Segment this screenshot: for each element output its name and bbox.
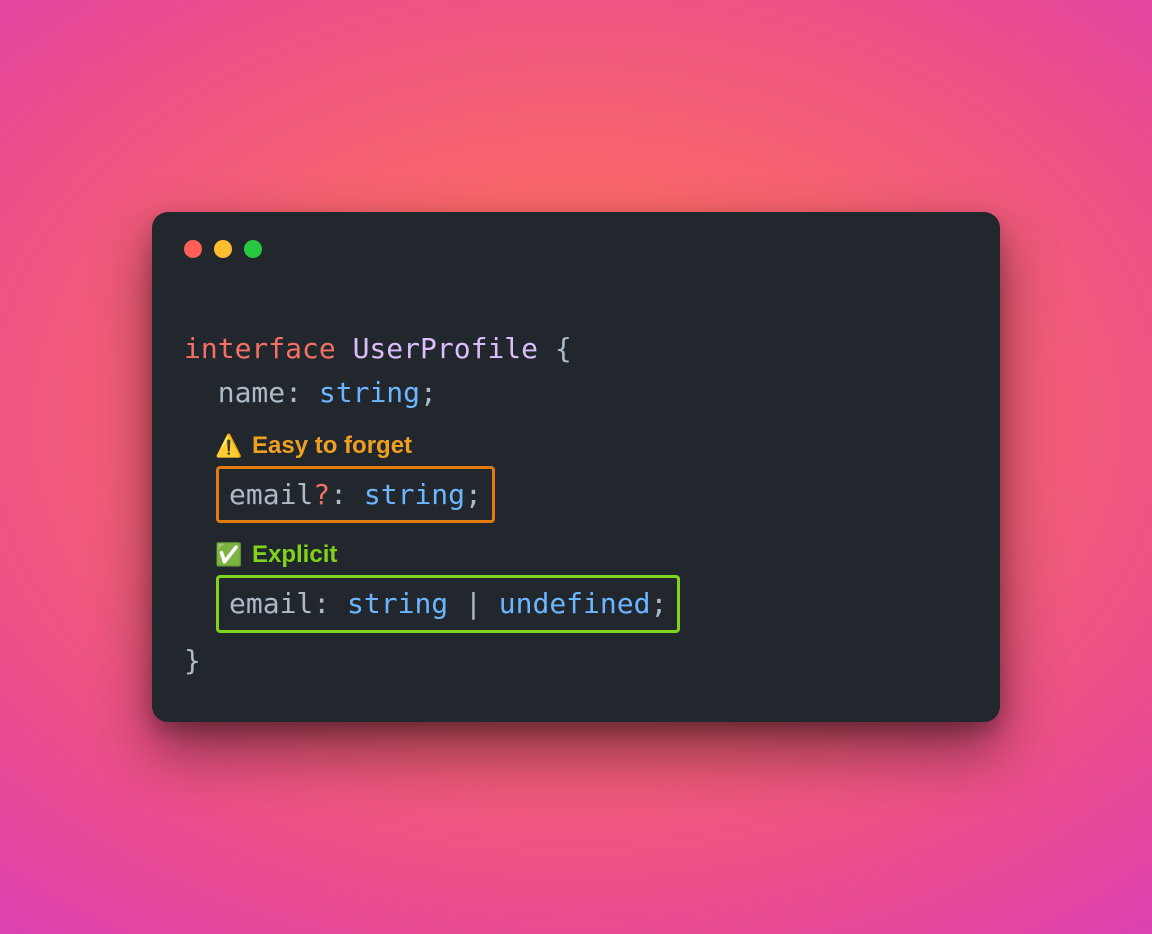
code-box-ok: email: string | undefined; <box>216 575 680 632</box>
window-traffic-lights <box>184 240 968 258</box>
brace-open: { <box>555 332 572 365</box>
annotation-ok-label: ✅ Explicit <box>216 541 968 569</box>
annotation-ok-block: ✅ Explicit email: string | undefined; <box>216 541 968 632</box>
maximize-icon[interactable] <box>244 240 262 258</box>
semicolon: ; <box>650 587 667 620</box>
minimize-icon[interactable] <box>214 240 232 258</box>
optional-marker: ? <box>313 478 330 511</box>
type-string: string <box>364 478 465 511</box>
colon: : <box>285 376 302 409</box>
type-undefined: undefined <box>499 587 651 620</box>
property-name: name <box>218 376 285 409</box>
union-pipe: | <box>465 587 482 620</box>
code-block: interface UserProfile { name: string; <box>184 284 968 414</box>
property-email: email <box>229 587 313 620</box>
colon: : <box>330 478 347 511</box>
brace-close: } <box>184 639 968 682</box>
code-editor-window: interface UserProfile { name: string; ⚠️… <box>152 212 1000 722</box>
semicolon: ; <box>465 478 482 511</box>
type-name: UserProfile <box>353 332 538 365</box>
annotation-warn-label: ⚠️ Easy to forget <box>216 432 968 460</box>
colon: : <box>313 587 330 620</box>
annotation-ok-text: Explicit <box>252 541 337 569</box>
property-email: email <box>229 478 313 511</box>
type-string: string <box>319 376 420 409</box>
annotation-warn-text: Easy to forget <box>252 432 412 460</box>
keyword-interface: interface <box>184 332 336 365</box>
type-string: string <box>347 587 448 620</box>
check-icon: ✅ <box>216 542 242 568</box>
code-box-warn: email?: string; <box>216 466 495 523</box>
warning-icon: ⚠️ <box>216 433 242 459</box>
semicolon: ; <box>420 376 437 409</box>
close-icon[interactable] <box>184 240 202 258</box>
annotation-warn-block: ⚠️ Easy to forget email?: string; <box>216 432 968 523</box>
